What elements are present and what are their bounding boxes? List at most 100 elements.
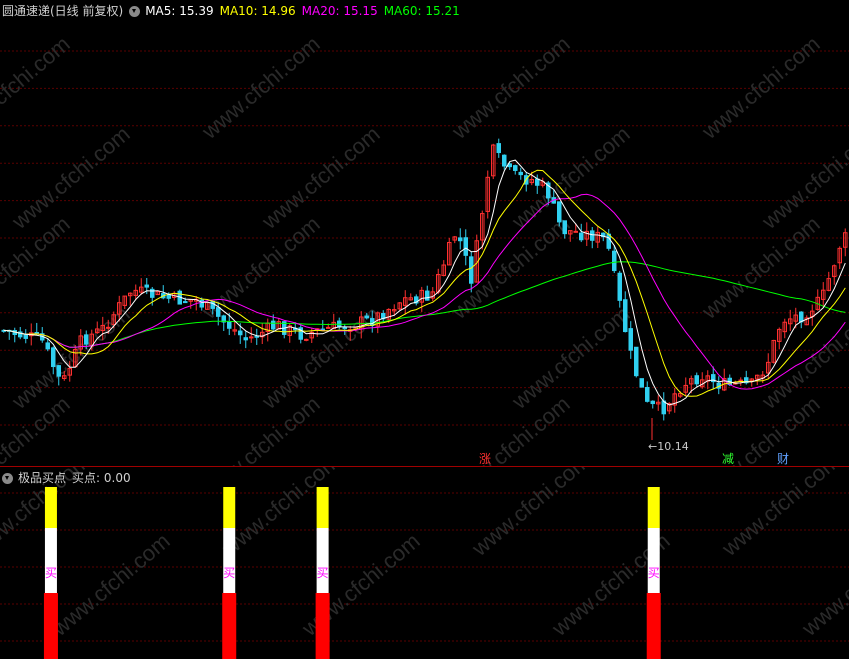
indicator-panel[interactable]: www.cfchi.com www.cfchi.com www.cfchi.com w… xyxy=(0,467,849,659)
buy-signal-red-bar xyxy=(222,593,237,659)
candle-body xyxy=(106,326,111,329)
watermark-text: www.cfchi.com xyxy=(196,391,324,466)
candle-body xyxy=(799,311,804,323)
event-marker-reduce[interactable]: 减 xyxy=(722,452,734,466)
low-price-label: ←10.14 xyxy=(648,440,689,453)
event-marker-finance[interactable]: 财 xyxy=(777,452,789,466)
watermark-text: www.cfchi.com xyxy=(446,31,574,144)
watermark-text: www.cfchi.com xyxy=(446,211,574,324)
candle-body xyxy=(579,232,584,241)
watermark-text: www.cfchi.com xyxy=(446,391,574,466)
ma10-label: MA10: 14.96 xyxy=(219,4,296,18)
candle-body xyxy=(183,301,188,304)
buy-signal-yellow-bar xyxy=(223,487,236,528)
candle-body xyxy=(238,330,243,336)
candle-body xyxy=(694,375,699,385)
buy-signal-yellow-bar xyxy=(647,487,660,528)
indicator-header: 极品买点 买点: 0.00 xyxy=(2,469,137,487)
watermark-text: www.cfchi.com xyxy=(256,121,384,234)
indicator-title: 极品买点 xyxy=(18,471,67,485)
ma5-label: MA5: 15.39 xyxy=(145,4,214,18)
candle-body xyxy=(45,342,50,350)
candle-body xyxy=(227,321,232,329)
candle-body xyxy=(243,337,248,341)
candle-body xyxy=(84,334,89,345)
settings-dropdown-icon[interactable] xyxy=(129,5,141,17)
candle-body xyxy=(144,284,149,288)
candle-body xyxy=(254,335,259,338)
watermark-text: www.cfchi.com xyxy=(716,467,844,561)
watermark-text: www.cfchi.com xyxy=(696,211,824,324)
watermark-text: www.cfchi.com xyxy=(466,467,594,561)
stock-title: 圆通速递(日线 前复权) xyxy=(2,4,124,18)
watermark-text: www.cfchi.com xyxy=(506,301,634,414)
candle-body xyxy=(304,338,309,341)
ma10-line xyxy=(3,169,846,397)
buy-signal-white-bar xyxy=(223,528,236,593)
candle-body xyxy=(216,307,221,317)
event-marker-rise[interactable]: 涨 xyxy=(479,452,491,466)
watermark-text: www.cfchi.com xyxy=(696,391,824,466)
candle-body xyxy=(562,220,567,235)
candle-body xyxy=(364,315,369,319)
ma20-label: MA20: 15.15 xyxy=(301,4,378,18)
watermark-text: www.cfchi.com xyxy=(196,31,324,144)
buy-signal-red-bar xyxy=(43,593,58,659)
candle-body xyxy=(573,230,578,233)
candle-body xyxy=(617,272,622,301)
watermark-text: www.cfchi.com xyxy=(0,391,75,466)
candle-body xyxy=(458,237,463,242)
buy-signal-yellow-bar xyxy=(44,487,57,528)
buy-signal-red-bar xyxy=(646,593,661,659)
buy-signal-white-bar xyxy=(647,528,660,593)
candle-body xyxy=(271,320,276,330)
candle-body xyxy=(612,250,617,272)
candle-body xyxy=(469,256,474,284)
candle-body xyxy=(645,387,650,402)
low-arrow-icon: ← xyxy=(648,440,658,453)
candle-body xyxy=(518,171,523,176)
ma60-label: MA60: 15.21 xyxy=(383,4,460,18)
watermark-text: www.cfchi.com xyxy=(6,121,134,234)
candle-body xyxy=(628,328,633,351)
candle-body xyxy=(56,365,61,377)
watermark-text: www.cfchi.com xyxy=(0,211,75,324)
indicator-value: 买点: 0.00 xyxy=(72,471,131,485)
candle-body xyxy=(23,334,28,339)
candle-body xyxy=(425,290,430,301)
price-chart-header: 圆通速递(日线 前复权) MA5: 15.39 MA10: 14.96 MA20… xyxy=(2,2,466,20)
buy-signal-yellow-bar xyxy=(316,487,329,528)
indicator-chart: www.cfchi.com www.cfchi.com www.cfchi.comw… xyxy=(0,467,849,659)
candle-body xyxy=(210,300,215,309)
candle-body xyxy=(634,346,639,377)
price-chart[interactable]: www.cfchi.com www.cfchi.com www.cfchi.com w… xyxy=(0,0,849,466)
watermark-text: www.cfchi.com xyxy=(46,528,174,641)
candle-body xyxy=(661,400,666,415)
indicator-dropdown-icon[interactable] xyxy=(2,472,13,484)
candle-body xyxy=(463,237,468,256)
candle-body xyxy=(249,336,254,339)
candle-body xyxy=(606,233,611,249)
watermark-text: www.cfchi.com xyxy=(0,31,75,144)
candle-body xyxy=(650,400,655,405)
candle-body xyxy=(502,154,507,167)
watermark-text: www.cfchi.com xyxy=(796,528,849,641)
candle-body xyxy=(199,299,204,308)
buy-signal-label: 买 xyxy=(317,566,329,580)
candle-body xyxy=(166,294,171,299)
price-chart-panel[interactable]: www.cfchi.com www.cfchi.com www.cfchi.com w… xyxy=(0,0,849,466)
buy-signal-label: 买 xyxy=(45,566,57,580)
candle-body xyxy=(51,347,56,368)
candle-body xyxy=(513,165,518,171)
buy-signal-white-bar xyxy=(44,528,57,593)
buy-signal-white-bar xyxy=(316,528,329,593)
buy-signal-label: 买 xyxy=(648,566,660,580)
candle-body xyxy=(557,201,562,223)
candle-body xyxy=(623,299,628,333)
candle-body xyxy=(326,326,331,329)
candle-body xyxy=(496,143,501,154)
buy-signal-red-bar xyxy=(315,593,330,659)
candle-body xyxy=(34,332,39,335)
buy-signal-label: 买 xyxy=(223,566,235,580)
watermark-text: www.cfchi.com xyxy=(696,31,824,144)
